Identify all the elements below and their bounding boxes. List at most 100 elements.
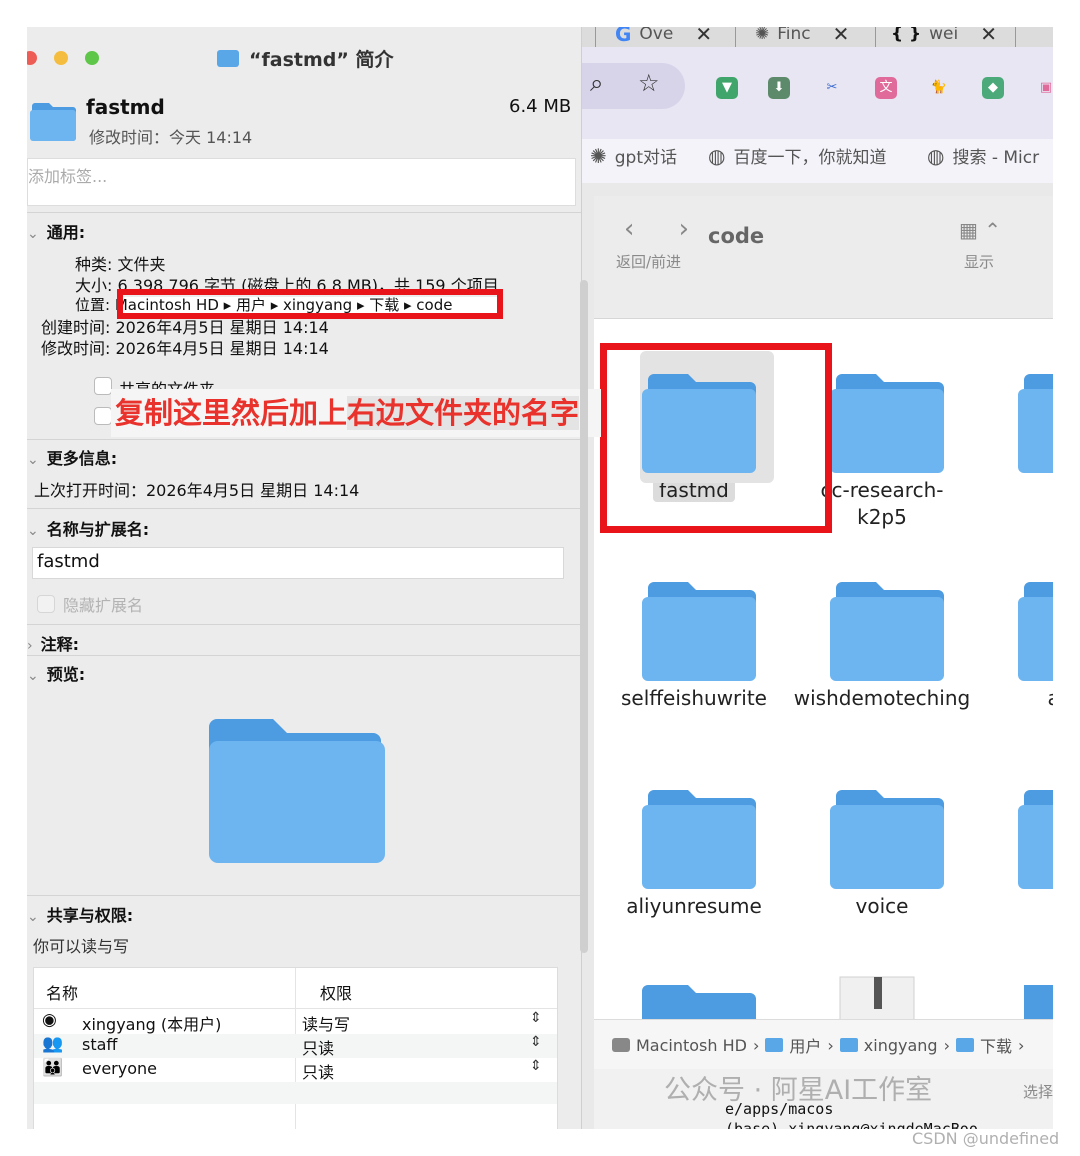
table-row[interactable]: 👥 staff 只读 ⇕: [34, 1034, 557, 1058]
user-privilege[interactable]: 读与写: [302, 1011, 350, 1035]
divider: [27, 895, 581, 896]
finder-item-auto[interactable]: auto: [980, 527, 1053, 712]
file-name: fastmd: [86, 95, 165, 119]
openai-icon: ✺: [590, 143, 607, 168]
finder-toolbar: ‹ › 返回/前进 code ▦ ⌃ 显示: [594, 196, 1053, 319]
bookmarks-bar: ✺ gpt对话 ◍ 百度一下，你就知道 ◍ 搜索 - Micr: [580, 139, 1053, 183]
path-segment[interactable]: 用户: [789, 1033, 821, 1057]
privilege-stepper-icon[interactable]: ⇕: [530, 1010, 542, 1026]
divider: [27, 212, 581, 213]
tab-5[interactable]: ✺ Finc ✕: [755, 27, 849, 47]
extension-tv-icon[interactable]: ▣: [1035, 77, 1053, 99]
tags-placeholder: 添加标签...: [28, 167, 108, 186]
finder-item-selffeishuwrite[interactable]: selffeishuwrite: [604, 527, 784, 712]
section-preview[interactable]: ⌄ 预览:: [27, 661, 85, 685]
path-segment[interactable]: Macintosh HD: [636, 1036, 747, 1055]
table-row[interactable]: 👪 everyone 只读 ⇕: [34, 1058, 557, 1082]
minimize-window-button[interactable]: [54, 51, 68, 65]
close-icon[interactable]: ✕: [833, 27, 850, 46]
tab-separator: [875, 27, 876, 47]
screenshot-frame: 知识✕ 一个✕ pror✕ G Ove✕ ✺ Finc✕ { } wei✕ ⌕: [27, 27, 1053, 1129]
folder-icon: [830, 582, 944, 681]
locked-checkbox[interactable]: [94, 407, 112, 425]
folder-icon: [955, 1038, 974, 1052]
column-name-header[interactable]: 名称: [46, 980, 78, 1004]
extension-download-icon[interactable]: ⬇: [768, 77, 790, 99]
extension-translate-icon[interactable]: 文: [875, 77, 897, 99]
bookmark-baidu[interactable]: ◍ 百度一下，你就知道: [708, 143, 886, 169]
divider: [27, 439, 581, 440]
table-row[interactable]: ◉ xingyang (本用户) 读与写 ⇕: [34, 1010, 557, 1034]
finder-item-pe[interactable]: pe: [980, 319, 1053, 504]
chevron-right-icon: ›: [1018, 1035, 1025, 1055]
user-icon: ◉: [42, 1010, 57, 1030]
group-icon: 👥: [42, 1034, 64, 1054]
user-privilege[interactable]: 只读: [302, 1059, 334, 1083]
path-segment[interactable]: 下载: [980, 1033, 1012, 1057]
extension-cat-icon[interactable]: 🐈: [928, 77, 950, 99]
google-icon: G: [615, 27, 632, 46]
name-field-value: fastmd: [37, 551, 100, 572]
bookmark-gpt[interactable]: ✺ gpt对话: [590, 143, 678, 169]
close-icon[interactable]: ✕: [695, 27, 712, 46]
section-more-info[interactable]: ⌄ 更多信息:: [27, 445, 117, 469]
tab-separator: [595, 27, 596, 47]
back-forward-buttons[interactable]: ‹ ›: [624, 214, 707, 244]
hide-extension-checkbox[interactable]: [37, 595, 55, 613]
tab-separator: [1015, 27, 1016, 47]
privilege-stepper-icon[interactable]: ⇕: [530, 1058, 542, 1074]
column-privilege-header[interactable]: 权限: [320, 980, 352, 1004]
tags-field[interactable]: 添加标签...: [27, 158, 576, 206]
close-icon[interactable]: ✕: [980, 27, 997, 46]
finder-title: code: [708, 224, 765, 248]
everyone-icon: 👪: [42, 1058, 64, 1078]
annotation-left: 复制这里然后加上: [115, 396, 348, 430]
finder-item-aliyunresume[interactable]: aliyunresume: [604, 735, 784, 920]
scrollbar-thumb[interactable]: [580, 280, 588, 953]
finder-item-voice[interactable]: voice: [792, 735, 972, 920]
tab-6[interactable]: { } wei ✕: [891, 27, 997, 47]
divider: [27, 655, 581, 656]
section-comments[interactable]: › 注释:: [27, 631, 79, 655]
finder-item-wishdemoteching[interactable]: wishdemoteching: [792, 527, 972, 712]
item-label: voice: [855, 894, 909, 918]
extension-scissors-icon[interactable]: ✂: [821, 77, 843, 99]
section-name-ext-label: 名称与扩展名:: [46, 520, 150, 539]
location-label: 位置:: [75, 296, 111, 314]
bookmark-gpt-label: gpt对话: [614, 148, 678, 168]
name-field[interactable]: fastmd: [32, 547, 564, 579]
section-general[interactable]: ⌄ 通用:: [27, 219, 85, 243]
tab-4[interactable]: G Ove ✕: [615, 27, 712, 47]
tab-6-label: wei: [929, 27, 959, 44]
permission-intro: 你可以读与写: [33, 937, 130, 956]
privilege-stepper-icon[interactable]: ⇕: [530, 1034, 542, 1050]
modified-value: 2026年4月5日 星期日 14:14: [115, 339, 329, 358]
chevron-down-icon: ⌄: [27, 668, 39, 684]
bookmark-bing[interactable]: ◍ 搜索 - Micr: [927, 143, 1039, 169]
user-privilege[interactable]: 只读: [302, 1035, 334, 1059]
grid-view-icon[interactable]: ▦ ⌃: [959, 218, 1001, 242]
extension-save-icon[interactable]: ▼: [716, 77, 738, 99]
finder-window: ‹ › 返回/前进 code ▦ ⌃ 显示 fastmd cc-research…: [594, 196, 1053, 1129]
shared-folder-checkbox[interactable]: [94, 377, 112, 395]
extension-layers-icon[interactable]: ◆: [982, 77, 1004, 99]
zoom-icon[interactable]: ⌕: [590, 69, 603, 97]
section-name-ext[interactable]: ⌄ 名称与扩展名:: [27, 516, 149, 540]
section-preview-label: 预览:: [46, 665, 86, 684]
tab-5-label: Finc: [777, 27, 811, 44]
section-sharing[interactable]: ⌄ 共享与权限:: [27, 902, 133, 926]
close-window-button[interactable]: [27, 51, 37, 65]
folder-icon: [1018, 374, 1053, 473]
item-label: pe: [980, 477, 1053, 504]
finder-item-ski[interactable]: ski: [980, 735, 1053, 920]
partial-row-icons: [642, 976, 1053, 1019]
bookmark-star-icon[interactable]: ☆: [638, 69, 660, 97]
chevron-down-icon: ⌄: [27, 452, 39, 468]
chevron-right-icon: ›: [943, 1035, 950, 1055]
zoom-window-button[interactable]: [85, 51, 99, 65]
path-segment[interactable]: xingyang: [864, 1036, 938, 1055]
folder-icon: [830, 790, 944, 889]
folder-icon: [30, 103, 76, 141]
openai-icon: ✺: [755, 27, 770, 44]
divider: [27, 508, 581, 509]
